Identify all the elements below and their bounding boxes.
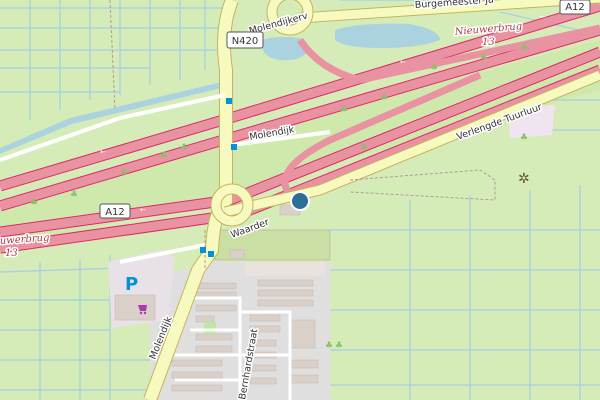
shield-n420: N420 [226,31,264,49]
svg-text:♣: ♣ [360,143,368,153]
label-nieuwerbrug-left-num: 13 [5,248,18,259]
shield-a12-left: A12 [99,203,131,219]
svg-text:♣: ♣ [180,143,188,153]
svg-text:♣: ♣ [335,341,343,351]
svg-text:←: ← [540,13,546,21]
parking-icon[interactable]: P [125,274,138,295]
viewpoint-icon[interactable]: ✲ [518,171,530,187]
bus-stop-icon[interactable] [208,251,214,257]
label-nieuwerbrug-right-num: 13 [482,37,495,48]
bus-stop-icon[interactable] [200,247,206,253]
label-a12-top: A12 [565,2,585,13]
svg-text:←: ← [400,58,406,66]
svg-text:♣: ♣ [430,63,438,73]
svg-text:♣: ♣ [340,105,348,115]
svg-text:♣: ♣ [480,53,488,63]
location-marker-icon[interactable] [290,191,310,211]
playground-area [204,322,216,334]
bus-stop-icon[interactable] [231,144,237,150]
shield-a12-top: A12 [559,0,591,15]
svg-text:♣: ♣ [160,151,168,161]
yard-area [245,262,325,276]
map-view[interactable]: ← ← ← ← ♣ ♣ ♣ ♣ ♣ ♣ ♣ ♣ ♣ ♣ ♣ ♣ ♣ ♣ Burgemeester … [0,0,600,400]
bus-stop-icon[interactable] [226,98,232,104]
svg-text:♣: ♣ [30,198,38,208]
label-n420: N420 [232,36,259,47]
svg-text:♣: ♣ [70,190,78,200]
svg-text:♣: ♣ [325,341,333,351]
svg-text:♣: ♣ [520,43,528,53]
svg-text:♣: ♣ [520,133,528,143]
svg-text:←: ← [100,148,106,156]
svg-text:♣: ♣ [120,168,128,178]
svg-text:♣: ♣ [380,93,388,103]
map-canvas[interactable]: ← ← ← ← ♣♣♣ ♣♣♣ ♣♣♣ ♣♣♣ ♣♣ Burgemeester … [0,0,600,400]
svg-text:←: ← [140,206,146,214]
label-a12-left: A12 [105,207,125,218]
svg-text:P: P [125,274,138,295]
